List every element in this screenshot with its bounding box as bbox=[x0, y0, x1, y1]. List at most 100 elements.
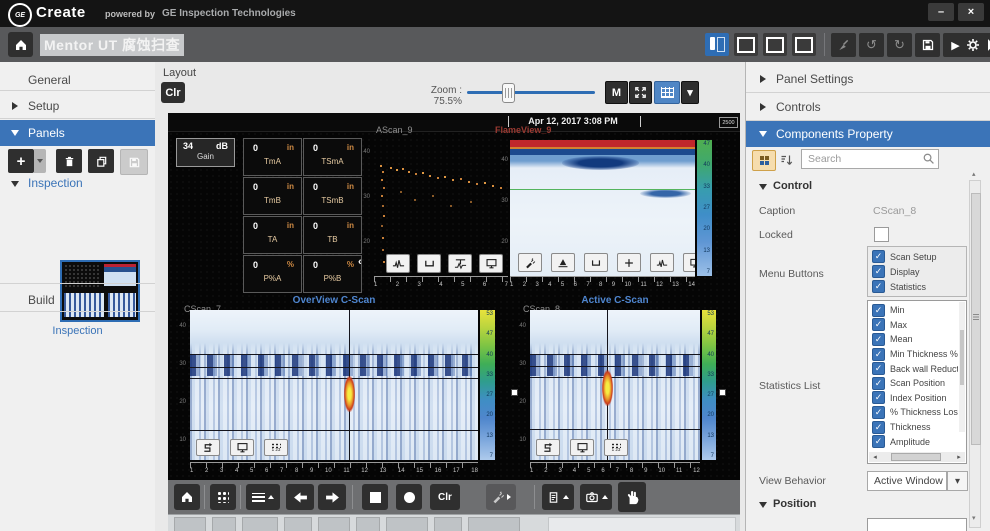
flameview-cursor-button[interactable] bbox=[617, 253, 641, 272]
checkbox-checked-icon[interactable] bbox=[872, 304, 885, 317]
device-menu-grid-button[interactable] bbox=[210, 484, 236, 510]
cscan-scanpattern-button[interactable] bbox=[536, 439, 560, 456]
undo-button[interactable]: ↺ bbox=[859, 33, 884, 57]
scrollbar-track[interactable] bbox=[881, 452, 953, 462]
measurement-cell[interactable]: 0 in TSmA bbox=[303, 138, 362, 176]
device-probe-button[interactable] bbox=[486, 484, 516, 510]
layout-frame3-button[interactable] bbox=[792, 33, 816, 56]
home-button[interactable] bbox=[8, 32, 33, 57]
statistic-option[interactable]: Back wall Reduction bbox=[868, 361, 958, 376]
selection-handle[interactable] bbox=[511, 389, 518, 396]
grid-options-dropdown[interactable]: ▾ bbox=[681, 81, 699, 104]
scroll-right-arrow[interactable]: ▸ bbox=[953, 452, 965, 462]
duplicate-panel-button[interactable] bbox=[88, 149, 114, 173]
device-hand-button[interactable] bbox=[618, 482, 646, 512]
chevron-right-icon[interactable] bbox=[760, 103, 766, 111]
section-controls[interactable]: Controls bbox=[776, 100, 821, 114]
checkbox-checked-icon[interactable] bbox=[872, 377, 885, 390]
chevron-right-icon[interactable] bbox=[760, 75, 766, 83]
section-panel-settings[interactable]: Panel Settings bbox=[776, 72, 853, 86]
layout-single-button[interactable] bbox=[734, 33, 758, 56]
statistics-vertical-scrollbar[interactable] bbox=[959, 302, 965, 432]
statistic-option[interactable]: % Thickness Loss bbox=[868, 405, 958, 420]
statistic-option[interactable]: Thickness bbox=[868, 420, 958, 435]
selection-handle[interactable] bbox=[719, 389, 726, 396]
properties-scrollbar[interactable] bbox=[969, 180, 981, 528]
flameview-display-button[interactable] bbox=[683, 253, 695, 272]
gain-readout[interactable]: 34 dB Gain bbox=[176, 138, 235, 167]
position-section-header[interactable]: Position bbox=[773, 498, 816, 510]
overview-cscan-image[interactable]: 1 23 bbox=[190, 310, 478, 460]
control-section-header[interactable]: Control bbox=[773, 180, 812, 192]
cscan-scanpattern-button[interactable] bbox=[196, 439, 220, 456]
ascan-plot[interactable] bbox=[374, 137, 508, 273]
layout-clear-button[interactable]: Clr bbox=[161, 82, 185, 103]
device-clear-button[interactable]: Clr bbox=[430, 484, 460, 510]
locked-checkbox[interactable] bbox=[874, 227, 889, 242]
zoom-slider-track[interactable] bbox=[467, 91, 595, 94]
delete-panel-button[interactable] bbox=[56, 149, 82, 173]
layout-frame2-button[interactable] bbox=[763, 33, 787, 56]
clear-format-button[interactable] bbox=[831, 33, 856, 57]
cscan-paging-button[interactable]: 1 23 bbox=[604, 439, 628, 456]
device-record-button[interactable] bbox=[396, 484, 422, 510]
layout-split-vertical-button[interactable] bbox=[705, 33, 729, 56]
checkbox-checked-icon[interactable] bbox=[872, 250, 885, 263]
scrollbar-thumb[interactable] bbox=[960, 330, 964, 385]
view-behavior-dropdown-button[interactable]: ▾ bbox=[947, 471, 968, 491]
search-input[interactable] bbox=[801, 149, 939, 169]
save-button[interactable] bbox=[915, 33, 940, 57]
grid-toggle-button[interactable] bbox=[654, 81, 680, 104]
cscan-display-button[interactable] bbox=[230, 439, 254, 456]
collapse-measurements-handle[interactable]: ‹ bbox=[358, 256, 362, 268]
measurement-cell[interactable]: 0 in TmB bbox=[243, 177, 302, 215]
statistic-option[interactable]: Min bbox=[868, 303, 958, 318]
checkbox-checked-icon[interactable] bbox=[872, 265, 885, 278]
chevron-down-icon[interactable] bbox=[11, 181, 19, 187]
position-field-partial[interactable] bbox=[867, 518, 967, 531]
statistics-horizontal-scrollbar[interactable]: ◂ ▸ bbox=[869, 452, 965, 462]
flameview-beam-button[interactable] bbox=[551, 253, 575, 272]
checkbox-checked-icon[interactable] bbox=[872, 318, 885, 331]
checkbox-checked-icon[interactable] bbox=[872, 280, 885, 293]
checkbox-checked-icon[interactable] bbox=[872, 333, 885, 346]
measurement-cell[interactable]: 0 in TmA bbox=[243, 138, 302, 176]
chevron-right-icon[interactable] bbox=[12, 102, 18, 110]
inspection-panel-thumbnail[interactable] bbox=[60, 260, 140, 322]
save-panel-button[interactable] bbox=[120, 149, 148, 175]
active-cscan-image[interactable]: 1 23 bbox=[530, 310, 700, 460]
device-list-button[interactable] bbox=[246, 484, 280, 510]
flameview-image[interactable] bbox=[510, 140, 695, 276]
device-next-button[interactable] bbox=[318, 484, 346, 510]
scroll-up-icon[interactable]: ▴ bbox=[972, 170, 976, 178]
checkbox-checked-icon[interactable] bbox=[872, 348, 885, 361]
settings-button[interactable] bbox=[960, 33, 985, 57]
document-title-field[interactable]: Mentor UT 腐蚀扫查 bbox=[40, 34, 184, 56]
scroll-down-icon[interactable]: ▾ bbox=[972, 514, 976, 522]
cscan-display-button[interactable] bbox=[570, 439, 594, 456]
section-components-property-selected[interactable]: Components Property bbox=[746, 121, 990, 147]
checkbox-checked-icon[interactable] bbox=[872, 362, 885, 375]
sidebar-item-general[interactable]: General bbox=[28, 73, 71, 87]
toggle-measurement-button[interactable]: M bbox=[605, 81, 628, 104]
cscan-paging-button[interactable]: 1 23 bbox=[264, 439, 288, 456]
device-report-button[interactable] bbox=[542, 484, 574, 510]
statistic-option[interactable]: Mean bbox=[868, 332, 958, 347]
checkbox-checked-icon[interactable] bbox=[872, 406, 885, 419]
chevron-down-icon[interactable] bbox=[759, 184, 767, 190]
device-snapshot-button[interactable] bbox=[580, 484, 612, 510]
statistic-option[interactable]: Max bbox=[868, 318, 958, 333]
flameview-gate-button[interactable] bbox=[584, 253, 608, 272]
scrollbar-thumb[interactable] bbox=[971, 193, 981, 445]
device-home-button[interactable] bbox=[174, 484, 200, 510]
redo-button[interactable]: ↻ bbox=[887, 33, 912, 57]
sidebar-item-build[interactable]: Build bbox=[28, 293, 55, 307]
device-screen-preview[interactable]: Apr 12, 2017 3:08 PM 2500 34 dB Gain 0 i… bbox=[168, 113, 740, 480]
chevron-down-icon[interactable] bbox=[759, 502, 767, 508]
measurement-cell[interactable]: 0 in TSmB bbox=[303, 177, 362, 215]
scroll-left-arrow[interactable]: ◂ bbox=[869, 452, 881, 462]
statistic-option[interactable]: Scan Position bbox=[868, 376, 958, 391]
measurement-cell[interactable]: 0 % P%B bbox=[303, 255, 362, 293]
statistic-option[interactable]: Min Thickness % Loss bbox=[868, 347, 958, 362]
sidebar-item-panels-selected[interactable]: Panels bbox=[0, 120, 155, 146]
